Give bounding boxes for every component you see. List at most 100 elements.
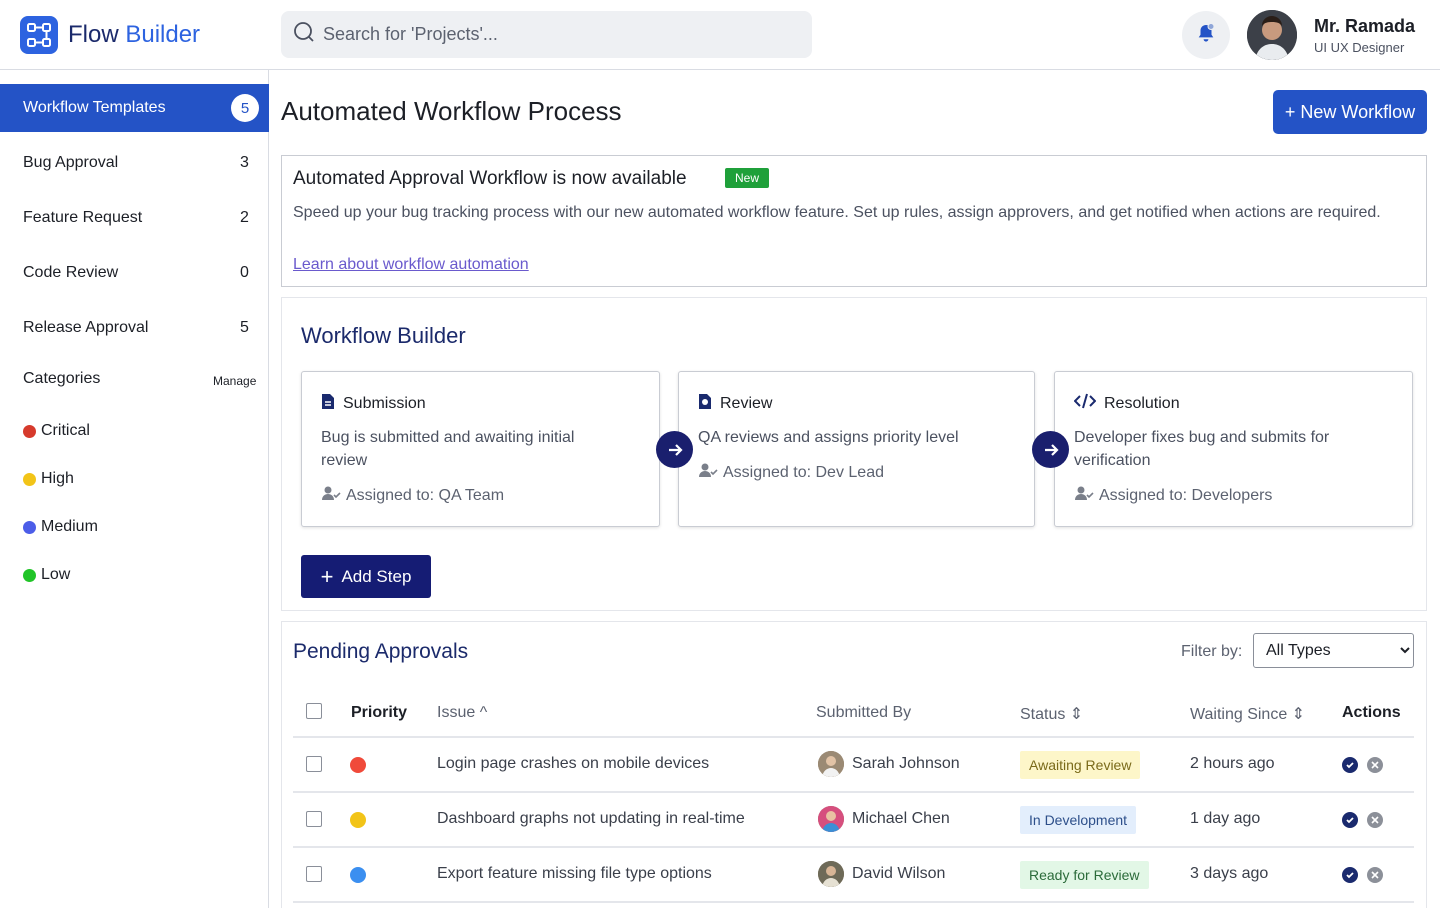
sidebar-item-count: 0 <box>240 264 249 281</box>
critical-dot-icon <box>23 424 36 438</box>
sidebar-item-bug-approval[interactable]: Bug Approval 3 <box>0 143 269 183</box>
user-check-icon <box>321 485 341 506</box>
submitter-name: Michael Chen <box>852 810 950 827</box>
category-high[interactable]: High <box>23 470 74 488</box>
workflow-builder-title: Workflow Builder <box>301 323 466 348</box>
low-dot-icon <box>23 568 36 582</box>
sidebar-item-feature-request[interactable]: Feature Request 2 <box>0 198 269 238</box>
high-dot-icon <box>23 472 36 486</box>
app-title: Flow Builder <box>68 21 201 48</box>
status-badge: Ready for Review <box>1020 861 1149 889</box>
add-step-button[interactable]: + Add Step <box>301 555 431 598</box>
learn-more-link[interactable]: Learn about workflow automation <box>293 256 529 274</box>
workflow-logo-icon <box>20 16 58 54</box>
sidebar-item-label: Code Review <box>23 264 119 281</box>
approve-check-icon[interactable] <box>1342 757 1358 773</box>
reject-x-icon[interactable] <box>1367 757 1383 773</box>
top-header: Flow Builder Mr. Ramada UI UX Designer <box>0 0 1440 70</box>
approve-check-icon[interactable] <box>1342 812 1358 828</box>
category-label: Medium <box>41 518 98 535</box>
step-assignee: Assigned to: Dev Lead <box>698 462 884 483</box>
waiting-since: 3 days ago <box>1190 865 1269 882</box>
table-row[interactable]: Export feature missing file type options… <box>282 848 1428 902</box>
category-label: Critical <box>41 422 90 439</box>
sidebar-item-label: Bug Approval <box>23 154 119 171</box>
avatar <box>818 861 844 887</box>
reject-x-icon[interactable] <box>1367 812 1383 828</box>
file-icon <box>321 393 335 415</box>
workflow-step-submission[interactable]: Submission Bug is submitted and awaiting… <box>301 371 660 527</box>
pending-approvals-title: Pending Approvals <box>293 640 469 663</box>
waiting-since: 2 hours ago <box>1190 755 1275 772</box>
sidebar-item-label: Workflow Templates <box>23 99 166 116</box>
waiting-since: 1 day ago <box>1190 810 1261 827</box>
bell-icon <box>1195 22 1217 49</box>
category-label: High <box>41 470 74 487</box>
sidebar-item-release-approval[interactable]: Release Approval 5 <box>0 308 269 348</box>
issue-title[interactable]: Dashboard graphs not updating in real-ti… <box>437 810 745 828</box>
priority-critical-icon <box>350 757 366 773</box>
step-title: Review <box>720 395 773 412</box>
new-workflow-button[interactable]: + New Workflow <box>1273 90 1427 134</box>
step-title: Submission <box>343 395 426 412</box>
new-badge: New <box>725 168 770 188</box>
banner-title: Automated Approval Workflow is now avail… <box>293 168 687 189</box>
category-critical[interactable]: Critical <box>23 422 90 440</box>
page-title: Automated Workflow Process <box>281 96 622 126</box>
avatar <box>818 751 844 777</box>
workflow-step-review[interactable]: Review QA reviews and assigns priority l… <box>678 371 1035 527</box>
category-label: Low <box>41 566 71 583</box>
approve-check-icon[interactable] <box>1342 867 1358 883</box>
column-actions: Actions <box>1342 704 1401 721</box>
sidebar-item-count: 2 <box>240 209 249 226</box>
sidebar-item-count: 5 <box>240 319 249 336</box>
sidebar-item-code-review[interactable]: Code Review 0 <box>0 253 269 293</box>
table-row[interactable]: Login page crashes on mobile devices Sar… <box>282 738 1428 792</box>
status-badge: In Development <box>1020 806 1137 834</box>
search-icon <box>293 21 315 48</box>
medium-dot-icon <box>23 520 36 534</box>
avatar <box>818 806 844 832</box>
row-checkbox[interactable] <box>306 866 322 882</box>
column-submitted-by[interactable]: Submitted By <box>816 704 911 722</box>
review-icon <box>698 393 712 415</box>
priority-high-icon <box>350 812 366 828</box>
category-medium[interactable]: Medium <box>23 518 98 536</box>
column-waiting-since[interactable]: Waiting Since ⇕ <box>1190 704 1305 724</box>
step-title: Resolution <box>1104 394 1180 412</box>
column-priority[interactable]: Priority <box>351 704 407 722</box>
step-description: Bug is submitted and awaiting initial re… <box>321 429 575 469</box>
divider <box>293 901 1414 903</box>
sidebar-item-workflow-templates[interactable]: Workflow Templates 5 <box>0 84 269 132</box>
workflow-builder-panel: Workflow Builder Submission Bug is submi… <box>281 297 1427 611</box>
search-input[interactable] <box>323 24 783 45</box>
app-logo[interactable]: Flow Builder <box>20 16 200 54</box>
user-role: UI UX Designer <box>1314 40 1405 55</box>
plus-icon: + <box>320 563 334 589</box>
categories-heading: Categories <box>23 370 101 387</box>
notifications-button[interactable] <box>1182 11 1230 59</box>
table-row[interactable]: Dashboard graphs not updating in real-ti… <box>282 793 1428 847</box>
row-checkbox[interactable] <box>306 756 322 772</box>
select-all-checkbox[interactable] <box>306 703 322 719</box>
user-avatar[interactable] <box>1247 10 1297 60</box>
arrow-right-icon <box>1032 431 1069 468</box>
submitter-name: Sarah Johnson <box>852 755 960 772</box>
filter-select[interactable]: All Types <box>1253 633 1414 668</box>
sidebar: Workflow Templates 5 Bug Approval 3 Feat… <box>0 70 269 908</box>
row-checkbox[interactable] <box>306 811 322 827</box>
issue-title[interactable]: Login page crashes on mobile devices <box>437 755 709 773</box>
step-assignee: Assigned to: Developers <box>1074 485 1272 506</box>
filter-label: Filter by: <box>1181 643 1243 660</box>
manage-categories-link[interactable]: Manage <box>213 374 256 388</box>
issue-title[interactable]: Export feature missing file type options <box>437 865 712 883</box>
search-bar[interactable] <box>281 11 812 58</box>
category-low[interactable]: Low <box>23 566 70 584</box>
sidebar-item-count: 3 <box>240 154 249 171</box>
step-description: Developer fixes bug and submits for veri… <box>1074 429 1330 469</box>
workflow-step-resolution[interactable]: Resolution Developer fixes bug and submi… <box>1054 371 1413 527</box>
column-issue[interactable]: Issue ^ <box>437 704 487 722</box>
user-check-icon <box>1074 485 1094 506</box>
column-status[interactable]: Status ⇕ <box>1020 704 1083 724</box>
reject-x-icon[interactable] <box>1367 867 1383 883</box>
